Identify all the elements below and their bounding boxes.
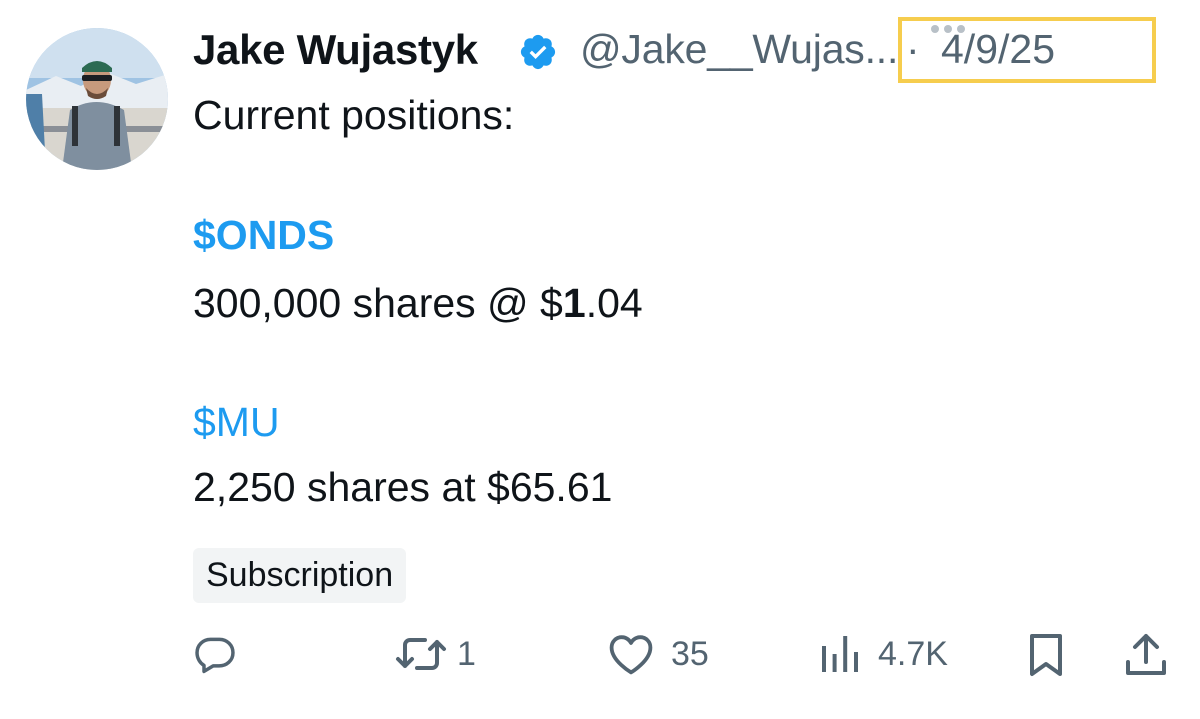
share-icon: [1126, 634, 1166, 675]
subscription-tag[interactable]: Subscription: [193, 548, 407, 603]
repost-icon: [396, 638, 446, 670]
position-onds-prefix: 300,000 shares @ $: [193, 280, 563, 326]
share-button[interactable]: [1124, 620, 1170, 690]
action-bar: 1 35 4.7K: [0, 620, 1200, 690]
views-button[interactable]: 4.7K: [818, 620, 958, 690]
display-name[interactable]: Jake Wujastyk: [193, 26, 478, 74]
post-text-intro: Current positions:: [193, 92, 515, 138]
author-handle[interactable]: @Jake__Wujas...: [580, 26, 898, 73]
bookmark-button[interactable]: [1026, 620, 1070, 690]
like-count: 35: [671, 635, 709, 673]
cashtag-mu[interactable]: $MU: [193, 399, 280, 446]
views-icon: [822, 636, 858, 672]
bookmark-icon: [1030, 634, 1062, 676]
views-count: 4.7K: [878, 635, 948, 673]
timestamp-highlight-box: [898, 17, 1156, 83]
like-button[interactable]: 35: [607, 620, 727, 690]
position-onds: 300,000 shares @ $1.04: [193, 280, 643, 327]
repost-button[interactable]: 1: [395, 620, 495, 690]
cashtag-onds[interactable]: $ONDS: [193, 212, 334, 259]
position-onds-bold: 1: [562, 280, 586, 326]
reply-button[interactable]: [193, 620, 253, 690]
repost-count: 1: [457, 635, 476, 673]
position-onds-suffix: .04: [585, 280, 643, 326]
heart-icon: [609, 635, 653, 675]
verified-badge-icon: [520, 34, 556, 70]
reply-icon: [195, 637, 235, 674]
position-mu: 2,250 shares at $65.61: [193, 464, 613, 510]
tweet: Jake Wujastyk @Jake__Wujas... · 4/9/25 C…: [0, 0, 1200, 719]
avatar[interactable]: [26, 28, 168, 170]
